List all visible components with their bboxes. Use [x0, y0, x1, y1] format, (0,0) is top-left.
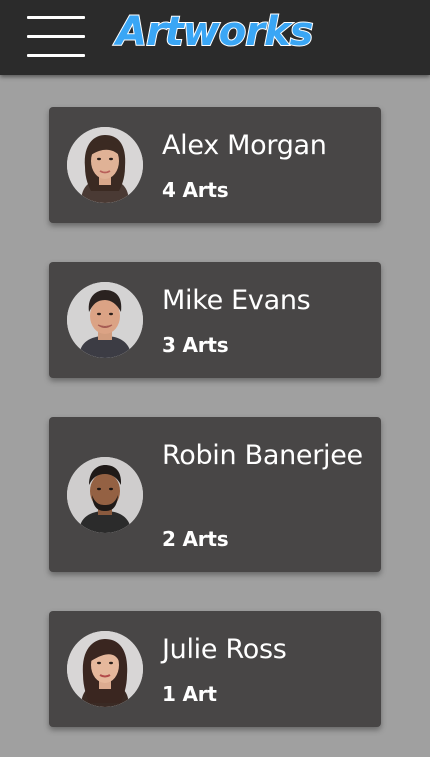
- app-title: Artworks: [115, 9, 314, 55]
- avatar: [67, 282, 143, 358]
- arts-count: 4 Arts: [162, 178, 229, 202]
- menu-line-top: [27, 16, 85, 19]
- artist-card-julie-ross[interactable]: Julie Ross 1 Art: [49, 611, 381, 727]
- artist-card-alex-morgan[interactable]: Alex Morgan 4 Arts: [49, 107, 381, 223]
- hamburger-menu-icon[interactable]: [27, 16, 85, 58]
- avatar: [67, 631, 143, 707]
- avatar: [67, 127, 143, 203]
- top-app-bar: Artworks: [0, 0, 430, 75]
- artist-name: Robin Banerjee: [162, 440, 363, 471]
- artist-card-robin-banerjee[interactable]: Robin Banerjee 2 Arts: [49, 417, 381, 572]
- arts-count: 2 Arts: [162, 527, 229, 551]
- arts-count: 1 Art: [162, 682, 217, 706]
- menu-line-bottom: [27, 54, 85, 57]
- artist-name: Alex Morgan: [162, 130, 327, 161]
- artist-name: Julie Ross: [162, 634, 287, 665]
- arts-count: 3 Arts: [162, 333, 229, 357]
- menu-line-middle: [27, 35, 85, 38]
- avatar: [67, 457, 143, 533]
- artist-list: Alex Morgan 4 Arts Mike Evans 3 Arts Rob…: [0, 75, 430, 757]
- artist-card-mike-evans[interactable]: Mike Evans 3 Arts: [49, 262, 381, 378]
- artist-name: Mike Evans: [162, 285, 311, 316]
